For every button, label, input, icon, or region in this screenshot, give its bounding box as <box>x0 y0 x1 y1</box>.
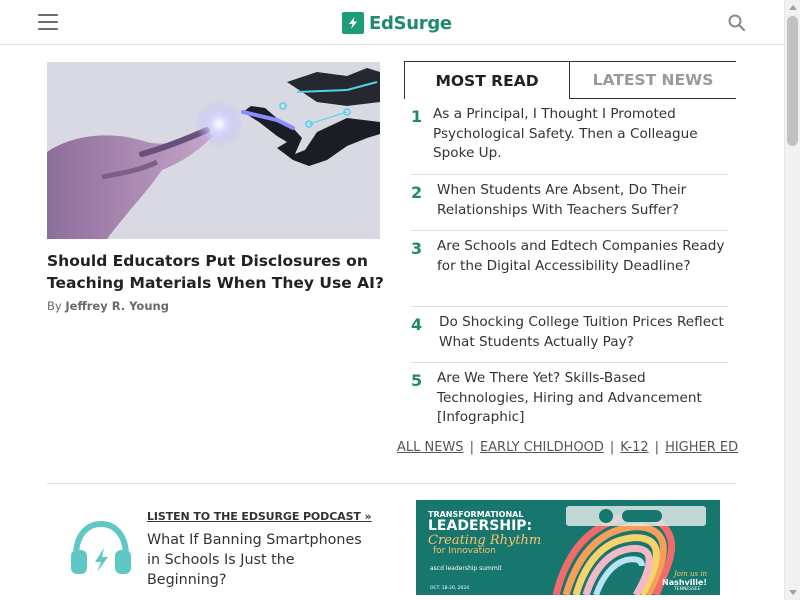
ad-join-text: Join us in <box>674 570 708 578</box>
brand-name: EdSurge <box>369 12 452 34</box>
most-read-item[interactable]: 4 Do Shocking College Tuition Prices Ref… <box>411 313 728 363</box>
separator: | <box>609 440 615 455</box>
rank-number: 4 <box>411 315 423 334</box>
search-icon[interactable] <box>727 13 747 33</box>
link-all-news[interactable]: ALL NEWS <box>397 440 464 455</box>
site-header: EdSurge <box>0 0 784 45</box>
byline-prefix: By <box>47 299 62 313</box>
scrollbar-thumb[interactable] <box>787 16 798 146</box>
link-k12[interactable]: K-12 <box>620 440 648 455</box>
advertisement-banner[interactable]: TRANSFORMATIONAL LEADERSHIP: Creating Rh… <box>416 500 720 595</box>
link-higher-ed[interactable]: HIGHER ED <box>665 440 738 455</box>
rank-number: 2 <box>411 183 423 202</box>
ad-summit-name: ascd leadership summit <box>430 565 502 572</box>
most-read-item[interactable]: 3 Are Schools and Edtech Companies Ready… <box>411 237 728 307</box>
feature-headline[interactable]: Should Educators Put Disclosures on Teac… <box>47 250 387 294</box>
podcast-link[interactable]: LISTEN TO THE EDSURGE PODCAST » <box>147 510 372 523</box>
feature-image[interactable] <box>47 62 380 239</box>
ad-headline-2: LEADERSHIP: <box>428 518 533 534</box>
scroll-down-arrow-icon[interactable] <box>789 590 797 595</box>
article-link[interactable]: Are We There Yet? Skills-Based Technolog… <box>437 369 728 433</box>
article-link[interactable]: Do Shocking College Tuition Prices Refle… <box>439 313 728 362</box>
tab-most-read[interactable]: MOST READ <box>404 61 570 99</box>
rank-number: 3 <box>411 239 423 258</box>
podcast-episode-title[interactable]: What If Banning Smartphones in Schools I… <box>147 530 377 590</box>
most-read-item[interactable]: 2 When Students Are Absent, Do Their Rel… <box>411 181 728 231</box>
headphones-icon[interactable] <box>70 520 132 576</box>
section-links: ALL NEWS | EARLY CHILDHOOD | K-12 | HIGHER ED <box>397 440 738 455</box>
separator: | <box>469 440 474 455</box>
separator: | <box>654 440 660 455</box>
brand-logo[interactable]: EdSurge <box>342 11 452 35</box>
link-early-childhood[interactable]: EARLY CHILDHOOD <box>480 440 604 455</box>
feature-byline: By Jeffrey R. Young <box>47 299 169 313</box>
news-tabs: MOST READ LATEST NEWS <box>404 61 736 99</box>
article-link[interactable]: Are Schools and Edtech Companies Ready f… <box>437 237 728 306</box>
ad-subtagline: for Innovation <box>433 546 496 556</box>
article-link[interactable]: As a Principal, I Thought I Promoted Psy… <box>433 105 728 174</box>
tab-latest-news[interactable]: LATEST NEWS <box>570 61 736 99</box>
most-read-item[interactable]: 5 Are We There Yet? Skills-Based Technol… <box>411 369 728 433</box>
edsurge-logo-icon <box>342 12 364 34</box>
page-scrollbar[interactable] <box>784 0 800 600</box>
article-link[interactable]: When Students Are Absent, Do Their Relat… <box>437 181 728 230</box>
rank-number: 5 <box>411 371 423 390</box>
ad-state: TENNESSEE <box>674 587 701 592</box>
byline-author[interactable]: Jeffrey R. Young <box>65 299 169 313</box>
ad-date: OCT. 18-20, 2024 <box>430 586 470 591</box>
section-divider <box>47 483 736 484</box>
ad-city: Nashville! <box>662 578 708 587</box>
hamburger-icon[interactable] <box>38 14 58 30</box>
most-read-item[interactable]: 1 As a Principal, I Thought I Promoted P… <box>411 105 728 175</box>
scroll-up-arrow-icon[interactable] <box>789 5 797 10</box>
